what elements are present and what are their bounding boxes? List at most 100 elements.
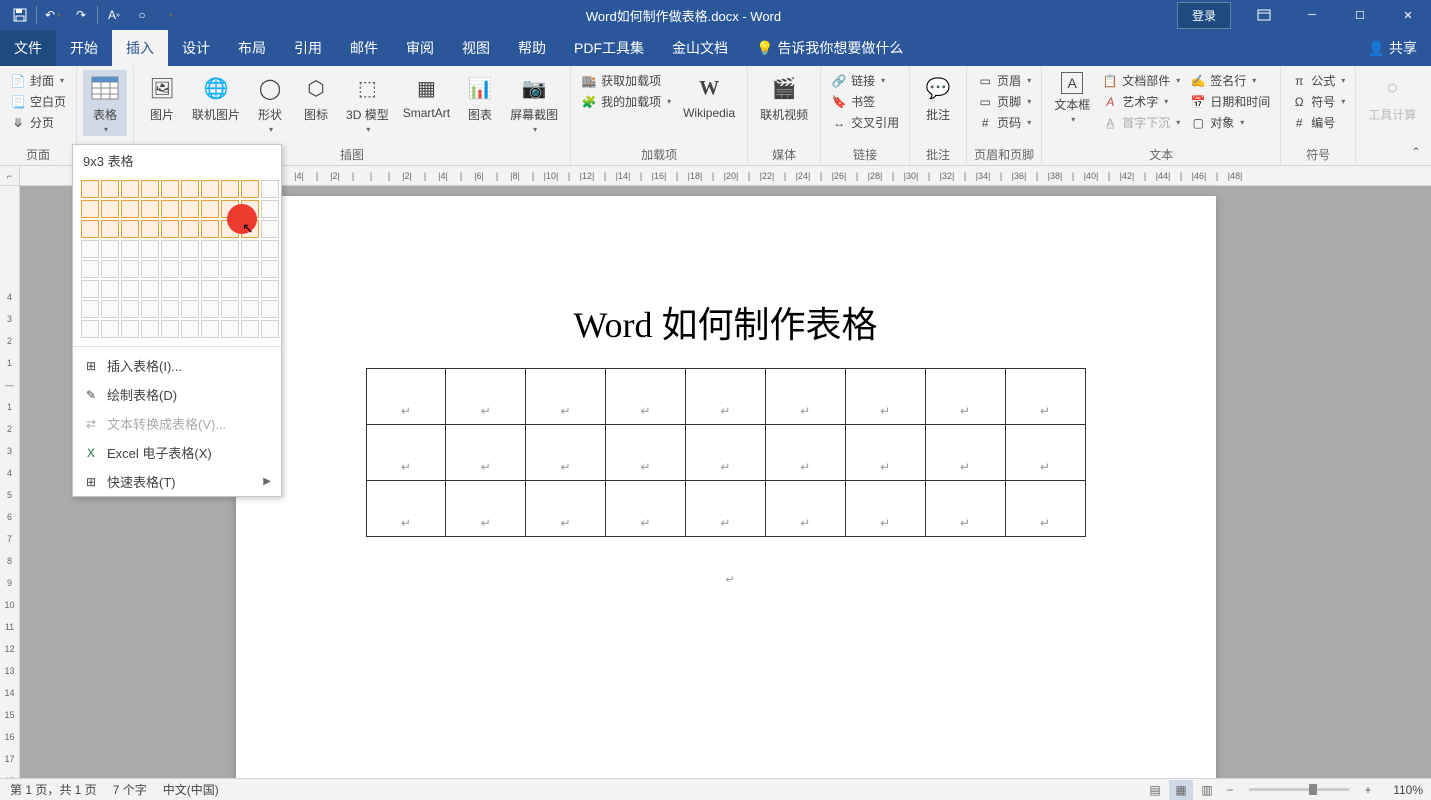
grid-cell[interactable]: [101, 260, 119, 278]
grid-cell[interactable]: [221, 180, 239, 198]
tab-mailings[interactable]: 邮件: [336, 30, 392, 66]
tab-layout[interactable]: 布局: [224, 30, 280, 66]
table-cell[interactable]: ↵: [606, 425, 686, 481]
grid-cell[interactable]: [201, 200, 219, 218]
grid-cell[interactable]: [221, 280, 239, 298]
grid-cell[interactable]: [101, 280, 119, 298]
grid-cell[interactable]: [81, 220, 99, 238]
grid-cell[interactable]: [81, 260, 99, 278]
zoom-out-button[interactable]: −: [1221, 783, 1239, 797]
signature-button[interactable]: ✍签名行▾: [1186, 70, 1274, 91]
table-cell[interactable]: ↵: [925, 481, 1005, 537]
tab-jinshan[interactable]: 金山文档: [658, 30, 742, 66]
redo-icon[interactable]: ↷: [69, 3, 93, 27]
grid-cell[interactable]: [261, 300, 279, 318]
table-cell[interactable]: ↵: [446, 369, 526, 425]
wikipedia-button[interactable]: WWikipedia: [677, 70, 741, 122]
grid-cell[interactable]: [121, 180, 139, 198]
table-cell[interactable]: ↵: [446, 425, 526, 481]
grid-cell[interactable]: [161, 260, 179, 278]
grid-cell[interactable]: [101, 320, 119, 338]
table-cell[interactable]: ↵: [765, 425, 845, 481]
collapse-ribbon-icon[interactable]: ⌃: [1407, 143, 1425, 161]
document-heading[interactable]: Word 如何制作表格: [366, 296, 1086, 348]
shapes-button[interactable]: ◯形状▾: [248, 70, 292, 136]
draw-table-menuitem[interactable]: ✎绘制表格(D): [73, 380, 281, 409]
grid-cell[interactable]: [161, 240, 179, 258]
grid-cell[interactable]: [181, 260, 199, 278]
table-cell[interactable]: ↵: [526, 481, 606, 537]
grid-cell[interactable]: [141, 280, 159, 298]
ruler-corner[interactable]: ⌐: [0, 166, 20, 186]
grid-cell[interactable]: [201, 220, 219, 238]
table-cell[interactable]: ↵: [1005, 425, 1085, 481]
tab-view[interactable]: 视图: [448, 30, 504, 66]
minimize-icon[interactable]: ─: [1289, 0, 1335, 30]
grid-cell[interactable]: [201, 300, 219, 318]
qat-customize-icon[interactable]: ▾: [158, 3, 182, 27]
print-layout-icon[interactable]: ▦: [1169, 780, 1193, 800]
table-cell[interactable]: ↵: [606, 369, 686, 425]
grid-cell[interactable]: [121, 300, 139, 318]
table-cell[interactable]: ↵: [686, 425, 766, 481]
grid-cell[interactable]: [161, 320, 179, 338]
grid-cell[interactable]: [181, 320, 199, 338]
grid-cell[interactable]: [221, 240, 239, 258]
quick-tables-menuitem[interactable]: ⊞快速表格(T)▶: [73, 467, 281, 496]
grid-cell[interactable]: [181, 180, 199, 198]
grid-cell[interactable]: [101, 240, 119, 258]
font-size-icon[interactable]: A»: [102, 3, 126, 27]
grid-cell[interactable]: [81, 180, 99, 198]
grid-cell[interactable]: [241, 180, 259, 198]
word-count[interactable]: 7 个字: [113, 781, 147, 798]
grid-cell[interactable]: [241, 220, 259, 238]
vertical-ruler[interactable]: 4321—12345678910111213141516171819202122…: [0, 186, 20, 778]
grid-cell[interactable]: [141, 300, 159, 318]
object-button[interactable]: ▢对象▾: [1186, 112, 1274, 133]
tab-design[interactable]: 设计: [168, 30, 224, 66]
table-cell[interactable]: ↵: [1005, 481, 1085, 537]
my-addins-button[interactable]: 🧩我的加载项▾: [577, 91, 675, 112]
pagenum-button[interactable]: #页码▾: [973, 112, 1035, 133]
grid-cell[interactable]: [81, 200, 99, 218]
table-button[interactable]: 表格▾: [83, 70, 127, 136]
header-button[interactable]: ▭页眉▾: [973, 70, 1035, 91]
footer-button[interactable]: ▭页脚▾: [973, 91, 1035, 112]
excel-spreadsheet-menuitem[interactable]: XExcel 电子表格(X): [73, 438, 281, 467]
tab-pdf[interactable]: PDF工具集: [560, 30, 658, 66]
grid-cell[interactable]: [161, 280, 179, 298]
table-cell[interactable]: ↵: [686, 369, 766, 425]
datetime-button[interactable]: 📅日期和时间: [1186, 91, 1274, 112]
online-picture-button[interactable]: 🌐联机图片: [186, 70, 246, 125]
table-cell[interactable]: ↵: [845, 369, 925, 425]
quickparts-button[interactable]: 📋文档部件▾: [1098, 70, 1184, 91]
tab-review[interactable]: 审阅: [392, 30, 448, 66]
maximize-icon[interactable]: ☐: [1337, 0, 1383, 30]
table-grid-picker[interactable]: [73, 176, 281, 342]
zoom-slider[interactable]: [1249, 788, 1349, 791]
grid-cell[interactable]: [181, 280, 199, 298]
grid-cell[interactable]: [141, 200, 159, 218]
grid-cell[interactable]: [201, 180, 219, 198]
grid-cell[interactable]: [121, 200, 139, 218]
grid-cell[interactable]: [221, 220, 239, 238]
share-button[interactable]: 👤共享: [1354, 30, 1431, 66]
page-break-button[interactable]: ⤋分页: [6, 112, 70, 133]
get-addins-button[interactable]: 🏬获取加载项: [577, 70, 675, 91]
grid-cell[interactable]: [141, 180, 159, 198]
grid-cell[interactable]: [241, 300, 259, 318]
blank-page-button[interactable]: 📃空白页: [6, 91, 70, 112]
table-cell[interactable]: ↵: [845, 425, 925, 481]
grid-cell[interactable]: [81, 240, 99, 258]
grid-cell[interactable]: [221, 200, 239, 218]
grid-cell[interactable]: [161, 200, 179, 218]
3d-model-button[interactable]: ⬚3D 模型▾: [340, 70, 395, 136]
language[interactable]: 中文(中国): [163, 781, 219, 798]
grid-cell[interactable]: [141, 260, 159, 278]
page[interactable]: Word 如何制作表格 ↵↵↵↵↵↵↵↵↵↵↵↵↵↵↵↵↵↵↵↵↵↵↵↵↵↵↵ …: [236, 196, 1216, 778]
grid-cell[interactable]: [261, 240, 279, 258]
crossref-button[interactable]: ↔交叉引用: [827, 112, 903, 133]
grid-cell[interactable]: [221, 300, 239, 318]
grid-cell[interactable]: [101, 200, 119, 218]
grid-cell[interactable]: [241, 280, 259, 298]
